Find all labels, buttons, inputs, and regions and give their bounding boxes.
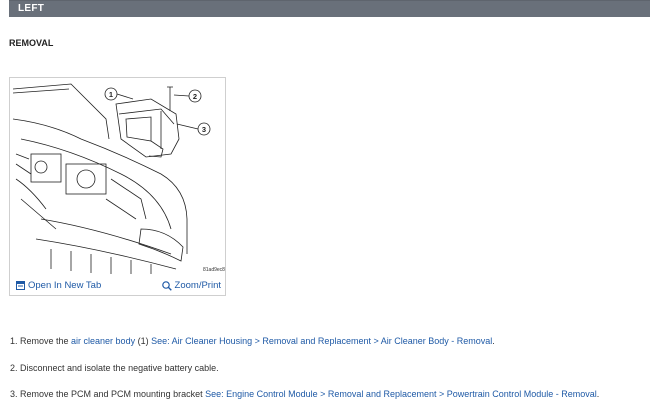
air-cleaner-body-link[interactable]: air cleaner body [71, 336, 135, 346]
step-1-end: . [492, 336, 495, 346]
zoom-print-link[interactable]: Zoom/Print [161, 280, 221, 291]
step-1: 1. Remove the air cleaner body (1) See: … [10, 336, 495, 346]
figure-footer: Open In New Tab Zoom/Print [10, 276, 225, 295]
callout-1: 1 [109, 90, 113, 99]
step-3-end: . [596, 389, 600, 399]
step-3: 3. Remove the PCM and PCM mounting brack… [10, 389, 599, 399]
pcm-removal-link[interactable]: See: Engine Control Module > Removal and… [205, 389, 597, 399]
figure-code: 81ad9ec8 [203, 267, 225, 273]
engine-bay-illustration: 1 2 3 81ad9ec8 [12, 83, 225, 274]
callout-2: 2 [193, 92, 197, 101]
section-header-bar: LEFT [9, 0, 650, 17]
open-in-new-tab-label: Open In New Tab [28, 280, 102, 291]
section-header-title: LEFT [18, 3, 45, 14]
zoom-print-label: Zoom/Print [174, 280, 221, 291]
figure-panel: 1 2 3 81ad9ec8 Open In New Tab Zoom/Prin… [9, 77, 226, 296]
removal-heading: REMOVAL [9, 38, 54, 48]
new-tab-icon [16, 281, 25, 290]
open-in-new-tab-link[interactable]: Open In New Tab [16, 280, 101, 291]
air-cleaner-body-removal-link[interactable]: See: Air Cleaner Housing > Removal and R… [151, 336, 492, 346]
step-1-ref: (1) [135, 336, 152, 346]
step-1-text: 1. Remove the [10, 336, 72, 346]
step-2: 2. Disconnect and isolate the negative b… [10, 363, 219, 373]
callout-3: 3 [202, 125, 206, 134]
step-3-text: 3. Remove the PCM and PCM mounting brack… [10, 389, 206, 399]
magnifier-icon [161, 280, 172, 291]
